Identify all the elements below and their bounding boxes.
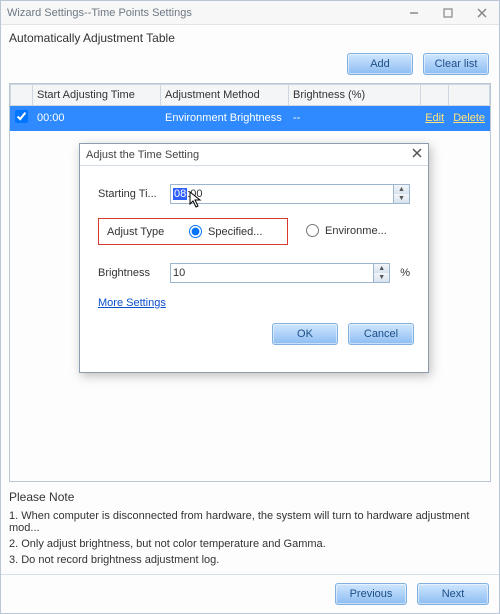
col-brightness: Brightness (%) (289, 85, 421, 106)
start-hour-selected[interactable]: 08 (173, 188, 187, 200)
percent-label: % (400, 267, 410, 279)
col-delete (449, 85, 490, 106)
brightness-row: Brightness 10 ▲ ▼ % (98, 263, 410, 283)
radio-environment-label: Environme... (325, 225, 387, 237)
cancel-button[interactable]: Cancel (348, 323, 414, 345)
cell-brightness: -- (289, 106, 421, 131)
note-line-3: 3. Do not record brightness adjustment l… (9, 554, 491, 566)
main-window: Wizard Settings--Time Points Settings Au… (0, 0, 500, 614)
col-start: Start Adjusting Time (33, 85, 161, 106)
edit-link[interactable]: Edit (421, 106, 449, 131)
brightness-input[interactable]: 10 ▲ ▼ (170, 263, 390, 283)
brightness-label: Brightness (98, 267, 170, 279)
spinner-up-icon[interactable]: ▲ (394, 185, 409, 194)
dialog-titlebar: Adjust the Time Setting (80, 144, 428, 166)
row-checkbox[interactable] (11, 106, 33, 131)
minimize-button[interactable] (397, 1, 431, 25)
col-method: Adjustment Method (161, 85, 289, 106)
clear-list-button[interactable]: Clear list (423, 53, 489, 75)
add-button[interactable]: Add (347, 53, 413, 75)
next-button[interactable]: Next (417, 583, 489, 605)
col-check (11, 85, 33, 106)
radio-specified-label: Specified... (208, 226, 262, 238)
adjust-type-highlight-box: Adjust Type Specified... (98, 218, 288, 245)
notes-header: Please Note (9, 490, 491, 504)
table-row[interactable]: 00:00 Environment Brightness -- Edit Del… (11, 106, 490, 131)
dialog-footer: OK Cancel (80, 323, 428, 355)
note-line-1: 1. When computer is disconnected from ha… (9, 510, 491, 534)
titlebar: Wizard Settings--Time Points Settings (1, 1, 499, 25)
radio-environment-input[interactable] (306, 224, 319, 237)
row-check-input[interactable] (15, 110, 28, 123)
spinner-up-icon[interactable]: ▲ (374, 264, 389, 273)
more-settings-link[interactable]: More Settings (98, 297, 166, 309)
adjustment-table: Start Adjusting Time Adjustment Method B… (10, 84, 490, 131)
cell-method: Environment Brightness (161, 106, 289, 131)
starting-time-input[interactable]: 08:00 ▲ ▼ (170, 184, 410, 204)
cell-start: 00:00 (33, 106, 161, 131)
delete-link[interactable]: Delete (449, 106, 490, 131)
spinner-down-icon[interactable]: ▼ (394, 194, 409, 203)
close-window-button[interactable] (465, 1, 499, 25)
bottom-bar: Previous Next (1, 574, 499, 613)
spinner-down-icon[interactable]: ▼ (374, 273, 389, 282)
radio-specified[interactable]: Specified... (189, 225, 262, 238)
dialog-title: Adjust the Time Setting (86, 149, 199, 161)
radio-specified-input[interactable] (189, 225, 202, 238)
start-rest[interactable]: :00 (187, 188, 202, 200)
top-button-bar: Add Clear list (1, 49, 499, 83)
col-edit (421, 85, 449, 106)
close-icon[interactable] (412, 147, 422, 161)
starting-time-label: Starting Ti... (98, 188, 170, 200)
brightness-value[interactable]: 10 (171, 264, 373, 282)
ok-button[interactable]: OK (272, 323, 338, 345)
adjust-type-label: Adjust Type (107, 226, 171, 238)
window-title: Wizard Settings--Time Points Settings (7, 7, 192, 19)
maximize-button[interactable] (431, 1, 465, 25)
previous-button[interactable]: Previous (335, 583, 407, 605)
note-line-2: 2. Only adjust brightness, but not color… (9, 538, 491, 550)
notes-section: Please Note 1. When computer is disconne… (1, 482, 499, 574)
table-section-label: Automatically Adjustment Table (1, 25, 499, 49)
radio-environment[interactable]: Environme... (306, 224, 387, 237)
starting-time-row: Starting Ti... 08:00 ▲ ▼ (98, 184, 410, 204)
time-setting-dialog: Adjust the Time Setting Starting Ti... 0… (79, 143, 429, 373)
